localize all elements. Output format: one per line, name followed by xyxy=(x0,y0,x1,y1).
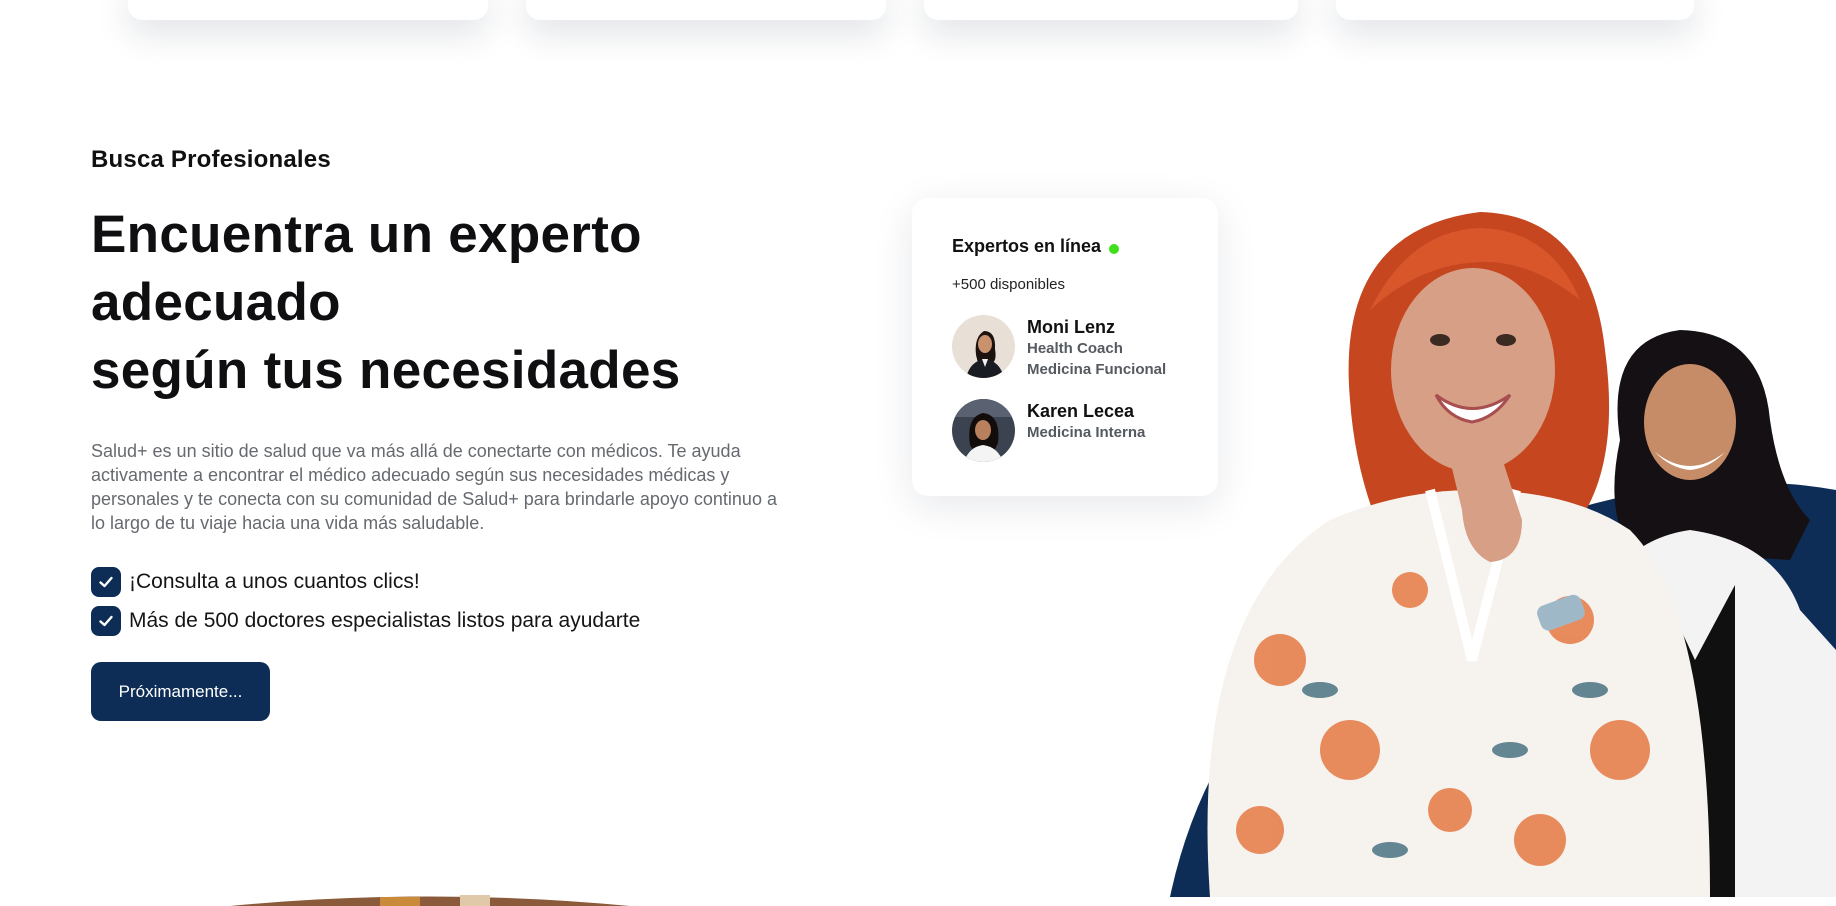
check-icon xyxy=(91,566,121,597)
avatar xyxy=(952,399,1015,462)
online-status-dot-icon xyxy=(1109,243,1120,254)
doctor-1-figure xyxy=(1207,212,1710,897)
expert-role: Health Coach xyxy=(1027,340,1123,357)
section-headline: Encuentra un experto adecuado según tus … xyxy=(91,201,891,405)
benefits-list: ¡Consulta a unos cuantos clics! Más de 5… xyxy=(91,562,891,640)
top-card-3 xyxy=(924,0,1298,20)
doctors-hero-image xyxy=(1150,190,1836,897)
expert-specialty: Medicina Interna xyxy=(1027,424,1146,441)
headline-line-2: según tus necesidades xyxy=(91,341,681,400)
top-cards-row xyxy=(0,0,1836,40)
benefit-text: ¡Consulta a unos cuantos clics! xyxy=(129,569,420,593)
benefit-text: Más de 500 doctores especialistas listos… xyxy=(129,608,641,632)
section-description: Salud+ es un sitio de salud que va más a… xyxy=(91,441,777,533)
top-card-2 xyxy=(526,0,886,20)
experts-title-text: Expertos en línea xyxy=(952,236,1102,256)
expert-info: Karen Lecea Medicina Interna xyxy=(1027,399,1145,462)
avatar xyxy=(952,315,1015,378)
top-card-4 xyxy=(1336,0,1694,20)
find-professionals-section: Busca Profesionales Encuentra un experto… xyxy=(91,146,891,721)
expert-info: Moni Lenz Health Coach Medicina Funciona… xyxy=(1027,315,1166,380)
expert-name: Karen Lecea xyxy=(1027,401,1135,421)
benefit-item: Más de 500 doctores especialistas listos… xyxy=(91,601,891,640)
section-eyebrow: Busca Profesionales xyxy=(91,146,331,173)
benefit-item: ¡Consulta a unos cuantos clics! xyxy=(91,562,891,601)
top-card-1 xyxy=(128,0,488,20)
check-icon xyxy=(91,605,121,636)
coming-soon-button[interactable]: Próximamente... xyxy=(91,662,270,721)
headline-line-1: Encuentra un experto adecuado xyxy=(91,205,642,332)
bottom-image-partial xyxy=(230,893,630,906)
expert-specialty: Medicina Funcional xyxy=(1027,361,1167,378)
expert-name: Moni Lenz xyxy=(1027,317,1115,337)
